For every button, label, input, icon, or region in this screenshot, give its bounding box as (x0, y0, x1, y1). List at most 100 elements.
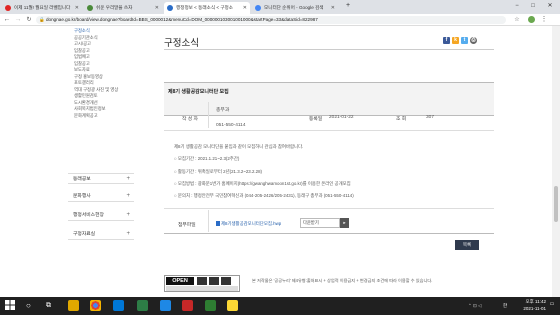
maximize-button[interactable]: □ (526, 1, 540, 11)
edge-icon[interactable] (113, 300, 124, 311)
plus-icon: + (126, 176, 130, 182)
app-icon[interactable] (160, 300, 171, 311)
author-label: 작 성 자 (182, 117, 198, 122)
bookmark-star-icon[interactable]: ☆ (512, 15, 522, 25)
close-tab-icon[interactable]: ✕ (240, 5, 247, 11)
attribution-icon (197, 277, 207, 285)
plus-icon: + (126, 231, 130, 237)
sidebar-category-label: 동래공보 (73, 177, 91, 182)
license-footer: OPEN 본 저작물은 '공공누리' 제4유형:출처표시 + 상업적 이용금지 … (164, 270, 494, 294)
address-bar-row: ← → ↻ 🔒 dongnae.go.kr/board/view.dongnae… (0, 14, 560, 26)
facebook-share-icon[interactable]: f (443, 37, 450, 44)
body-line: ○ 모집기간 : 2021.1.21~2.3(2주간) (174, 156, 240, 161)
menu-kebab-icon[interactable]: ⋮ (539, 15, 549, 25)
sidebar-category-label: 구정자료실 (73, 232, 96, 237)
reload-icon[interactable]: ↻ (24, 15, 34, 25)
browser-tab[interactable]: 모니터단 순위어 - Google 검색 ✕ (252, 2, 338, 14)
sidebar: 구정소식 공공기관소식 고시/공고 입찰공고 입법예고 입찰공고 보도자료 구정… (68, 26, 134, 297)
noderivatives-icon (221, 277, 231, 285)
minimize-button[interactable]: − (510, 1, 524, 11)
open-badge-text: OPEN (166, 277, 194, 285)
app-icon[interactable] (205, 300, 216, 311)
profile-icon[interactable] (526, 15, 536, 25)
views-label: 조 회 (396, 117, 407, 122)
download-select[interactable]: 다운받기 (300, 218, 340, 228)
author-value: 총무과 (216, 108, 230, 113)
input-language[interactable]: 한 (503, 303, 507, 309)
divider (208, 102, 209, 128)
page-scrollbar[interactable] (552, 26, 560, 297)
license-strip (166, 286, 238, 291)
kakaotalk-icon[interactable] (227, 300, 238, 311)
windows-start-icon[interactable] (5, 300, 16, 311)
new-tab-button[interactable]: + (341, 1, 355, 11)
file-explorer-icon[interactable] (68, 300, 79, 311)
title-divider (164, 49, 494, 50)
date-value: 2021-01-22 (329, 115, 354, 120)
body-line: 제8기 생활공감 모니터단을 붙임과 같이 모집하니 관심과 참여바랍니다. (174, 144, 304, 149)
tab-label: 이제 11월! 월요일 라벨입니다 (14, 5, 71, 10)
browser-tab-active[interactable]: 행정정보 < 동래소식 < 구정소 ✕ (164, 2, 250, 14)
url-field[interactable]: 🔒 dongnae.go.kr/board/view.dongnae?board… (36, 16, 506, 24)
clock-date[interactable]: 2021-11-01 (512, 306, 546, 311)
attachment-file-link[interactable]: 제8기생활공감모니터단모집.hwp (216, 221, 281, 227)
tab-label: 쉬운 우리말을 쓰자 (96, 5, 133, 10)
site-favicon-icon (167, 5, 173, 11)
clock-time[interactable]: 오후 11:42 (512, 299, 546, 305)
notifications-icon[interactable]: ▭ (548, 301, 556, 310)
youtube-favicon-icon (5, 5, 11, 11)
lock-icon: 🔒 (39, 17, 45, 22)
tab-label: 모니터단 순위어 - Google 검색 (264, 5, 324, 10)
attachment-filename: 제8기생활공감모니터단모집.hwp (221, 221, 282, 226)
attachment-label: 첨부파일 (178, 223, 196, 228)
browser-tab[interactable]: 쉬운 우리말을 쓰자 ✕ (84, 2, 162, 14)
body-line: ○ 활동기간 : 위촉일로부터 2년(21.3.2~23.2.28) (174, 169, 262, 174)
body-line: ○ 모집방법 : 광화문1번가 홈페이지(https://gwanghwamoo… (174, 181, 351, 186)
plus-icon: + (126, 212, 130, 218)
app-icon[interactable] (137, 300, 148, 311)
google-favicon-icon (255, 5, 261, 11)
app-icon[interactable] (182, 300, 193, 311)
sidebar-category[interactable]: 구정자료실 + (68, 229, 134, 240)
browser-tab[interactable]: 이제 11월! 월요일 라벨입니다 ✕ (2, 2, 82, 14)
browser-tab-strip: 이제 11월! 월요일 라벨입니다 ✕ 쉬운 우리말을 쓰자 ✕ 행정정보 < … (0, 0, 560, 14)
sidebar-category[interactable]: 동래공보 + (68, 173, 134, 184)
site-favicon-icon (87, 5, 93, 11)
list-button[interactable]: 목록 (455, 240, 479, 250)
page-title: 구정소식 (164, 38, 199, 49)
system-tray-icons[interactable]: ⌃ ⊡ ◁ (468, 303, 482, 309)
hwp-file-icon (216, 221, 220, 227)
close-window-button[interactable]: ✕ (543, 1, 557, 11)
phone-value: 051-550-4114 (216, 123, 246, 128)
scrollbar-thumb[interactable] (554, 186, 558, 222)
kakaostory-share-icon[interactable]: k (452, 37, 459, 44)
print-icon[interactable]: ⎙ (470, 37, 477, 44)
divider (208, 210, 209, 232)
back-icon[interactable]: ← (2, 15, 12, 25)
views-value: 307 (426, 115, 435, 120)
sidebar-subitem[interactable]: 문화계획공고 (68, 113, 134, 120)
url-text: dongnae.go.kr/board/view.dongnae?boardId… (46, 17, 318, 22)
sidebar-category[interactable]: 행정서비스헌장 + (68, 210, 134, 221)
download-button[interactable]: ▸ (340, 218, 349, 228)
post-title: 제8기 생활공감모니터단 모집 (168, 89, 229, 95)
body-divider (164, 208, 494, 209)
body-line: ○ 문의처 : 행정안전부 국민참여혁신과 (044-205-2426/205-… (174, 193, 354, 198)
forward-icon[interactable]: → (13, 15, 23, 25)
close-tab-icon[interactable]: ✕ (72, 5, 79, 11)
sidebar-category[interactable]: 문화행사 + (68, 191, 134, 202)
tab-label: 행정정보 < 동래소식 < 구정소 (176, 5, 233, 10)
kogl-license-badge: OPEN (164, 275, 240, 292)
twitter-share-icon[interactable]: t (461, 37, 468, 44)
web-page: 구정소식 공공기관소식 고시/공고 입찰공고 입법예고 입찰공고 보도자료 구정… (0, 26, 552, 297)
close-tab-icon[interactable]: ✕ (152, 5, 159, 11)
post-header: 제8기 생활공감모니터단 모집 (164, 82, 494, 116)
search-icon[interactable]: ○ (26, 300, 37, 311)
attachment-divider (164, 233, 494, 234)
sidebar-category-label: 문화행사 (73, 194, 91, 199)
chrome-icon[interactable] (90, 300, 101, 311)
close-tab-icon[interactable]: ✕ (328, 5, 335, 11)
task-view-icon[interactable]: ⧉ (46, 300, 57, 311)
sidebar-submenu: 구정소식 공공기관소식 고시/공고 입찰공고 입법예고 입찰공고 보도자료 구정… (68, 28, 134, 119)
windows-taskbar: ○ ⧉ ⌃ ⊡ ◁ 한 오후 11:42 2021-11-01 ▭ (0, 297, 560, 315)
